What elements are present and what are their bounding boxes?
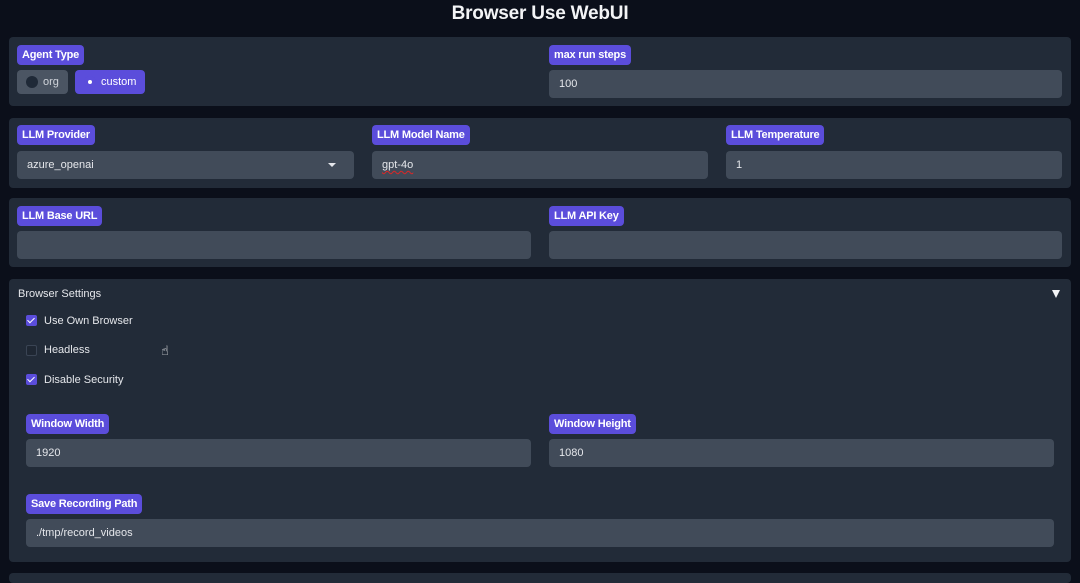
radio-selected-icon bbox=[84, 76, 96, 88]
collapse-triangle-icon[interactable] bbox=[1052, 290, 1060, 298]
agent-type-radio-org[interactable]: org bbox=[17, 70, 68, 94]
next-panel-edge bbox=[9, 573, 1071, 583]
recording-path-label: Save Recording Path bbox=[26, 494, 143, 514]
page-title: Browser Use WebUI bbox=[451, 3, 629, 24]
llm-temperature-input[interactable]: 1 bbox=[726, 151, 1062, 179]
chevron-down-icon bbox=[328, 163, 336, 167]
llm-base-url-input[interactable] bbox=[17, 231, 531, 259]
disable-security-checkbox[interactable] bbox=[26, 374, 37, 385]
disable-security-label: Disable Security bbox=[44, 374, 124, 386]
llm-model-value: gpt-4o bbox=[382, 159, 414, 171]
browser-settings-title[interactable]: Browser Settings bbox=[18, 288, 101, 300]
llm-provider-label: LLM Provider bbox=[17, 125, 95, 145]
llm-model-input[interactable]: gpt-4o bbox=[372, 151, 708, 179]
use-own-browser-label: Use Own Browser bbox=[44, 315, 133, 327]
window-width-input[interactable]: 1920 bbox=[26, 439, 531, 467]
use-own-browser-checkbox[interactable] bbox=[26, 315, 37, 326]
agent-type-label: Agent Type bbox=[17, 45, 85, 65]
llm-model-label: LLM Model Name bbox=[372, 125, 470, 145]
agent-type-radio-custom[interactable]: custom bbox=[75, 70, 146, 94]
radio-label: custom bbox=[101, 76, 137, 88]
max-steps-label: max run steps bbox=[549, 45, 631, 65]
radio-label: org bbox=[43, 76, 59, 88]
recording-path-input[interactable]: ./tmp/record_videos bbox=[26, 519, 1054, 547]
window-height-label: Window Height bbox=[549, 414, 636, 434]
window-width-label: Window Width bbox=[26, 414, 110, 434]
llm-api-key-label: LLM API Key bbox=[549, 206, 624, 226]
headless-label: Headless bbox=[44, 344, 90, 356]
hand-cursor-icon: ☝ bbox=[161, 343, 169, 358]
radio-icon bbox=[26, 76, 38, 88]
llm-temperature-label: LLM Temperature bbox=[726, 125, 825, 145]
llm-api-key-input[interactable] bbox=[549, 231, 1062, 259]
llm-provider-select[interactable]: azure_openai bbox=[17, 151, 354, 179]
headless-checkbox[interactable] bbox=[26, 345, 37, 356]
llm-provider-value: azure_openai bbox=[27, 159, 94, 171]
llm-base-url-label: LLM Base URL bbox=[17, 206, 103, 226]
max-steps-input[interactable]: 100 bbox=[549, 70, 1062, 98]
window-height-input[interactable]: 1080 bbox=[549, 439, 1054, 467]
